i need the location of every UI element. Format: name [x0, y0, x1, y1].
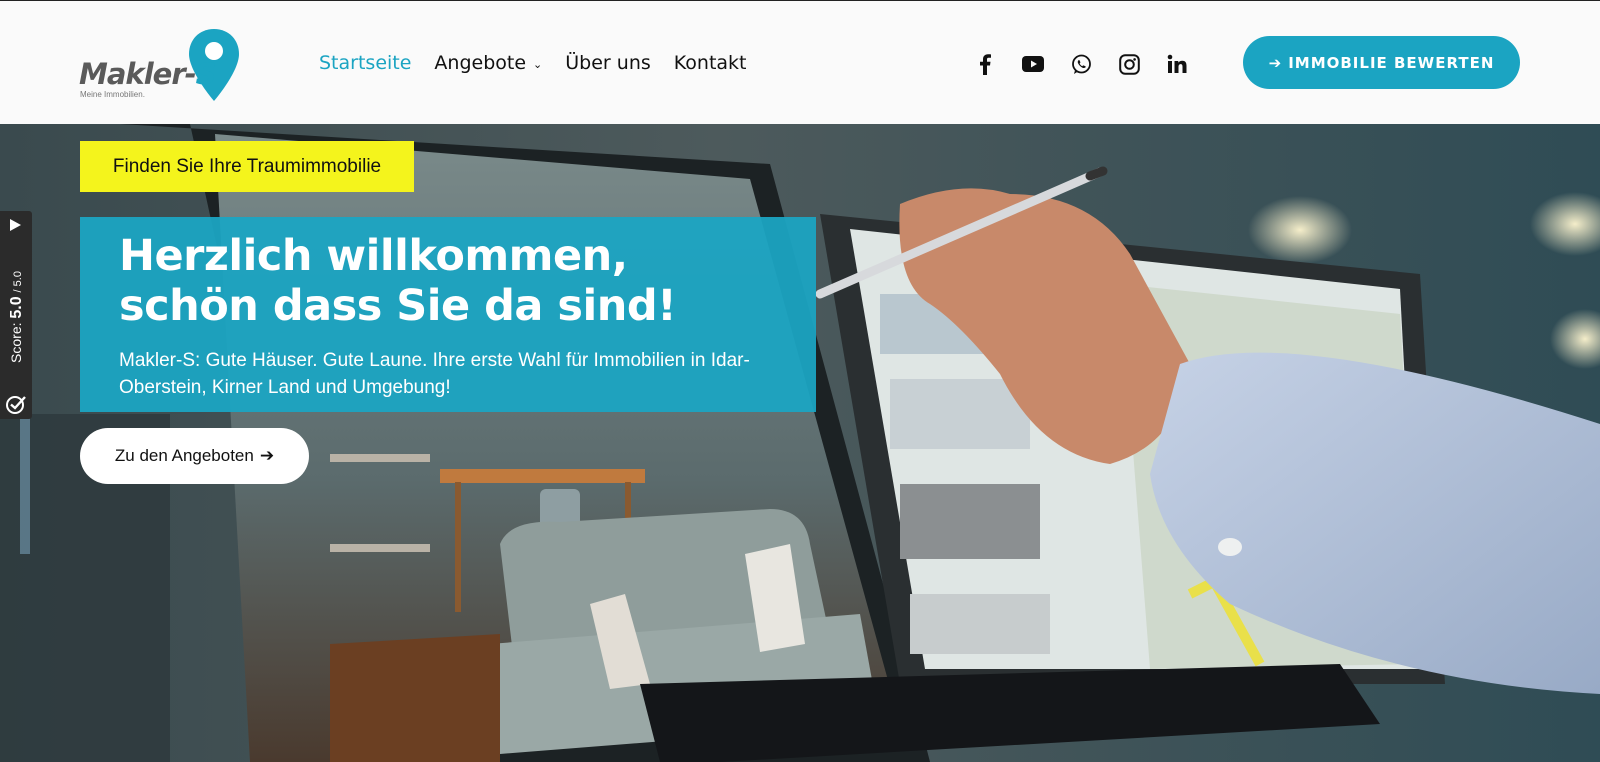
- hero-subtitle: Makler-S: Gute Häuser. Gute Laune. Ihre …: [119, 350, 750, 398]
- nav-angebote[interactable]: Angebote ⌄: [434, 52, 542, 74]
- rate-property-label: IMMOBILIE BEWERTEN: [1288, 53, 1495, 72]
- logo-tagline: Meine Immobilien.: [80, 90, 145, 99]
- offers-button[interactable]: Zu den Angeboten ➔: [80, 428, 309, 484]
- nav-kontakt[interactable]: Kontakt: [674, 52, 747, 74]
- hero-title: Herzlich willkommen, schön dass Sie da s…: [119, 231, 677, 331]
- offers-button-label: Zu den Angeboten: [114, 446, 254, 465]
- hero-tagline-badge: Finden Sie Ihre Traumimmobilie: [80, 141, 414, 192]
- chevron-down-icon: ⌄: [533, 57, 543, 71]
- linkedin-icon[interactable]: [1165, 52, 1189, 76]
- social-links: [973, 52, 1189, 76]
- facebook-icon[interactable]: [973, 52, 997, 76]
- youtube-icon[interactable]: [1021, 52, 1045, 76]
- rate-property-button[interactable]: ➔ IMMOBILIE BEWERTEN: [1243, 36, 1520, 89]
- whatsapp-icon[interactable]: [1069, 52, 1093, 76]
- arrow-right-icon: ➔: [259, 446, 275, 465]
- hero-section: Finden Sie Ihre Traumimmobilie Herzlich …: [0, 124, 1600, 762]
- logo[interactable]: Makler-S Meine Immobilien.: [79, 27, 244, 103]
- nav-startseite[interactable]: Startseite: [319, 52, 411, 74]
- score-widget[interactable]: Score: 5.0 / 5.0: [0, 211, 32, 419]
- play-icon: [10, 219, 21, 231]
- score-max: / 5.0: [12, 271, 24, 293]
- logo-wordmark: Makler-S: [79, 57, 217, 91]
- instagram-icon[interactable]: [1117, 52, 1141, 76]
- arrow-right-icon: ➔: [1268, 53, 1283, 72]
- welcome-box: Herzlich willkommen, schön dass Sie da s…: [80, 217, 816, 412]
- nav-angebote-label: Angebote: [434, 52, 527, 74]
- score-value: 5.0: [8, 296, 25, 319]
- nav-ueber-uns[interactable]: Über uns: [565, 52, 651, 74]
- main-nav: Startseite Angebote ⌄ Über uns Kontakt: [319, 52, 747, 74]
- score-label: Score:: [8, 322, 24, 363]
- site-header: Makler-S Meine Immobilien. Startseite An…: [0, 1, 1600, 124]
- check-badge-icon: [6, 396, 26, 414]
- score-text: Score: 5.0 / 5.0: [8, 242, 26, 392]
